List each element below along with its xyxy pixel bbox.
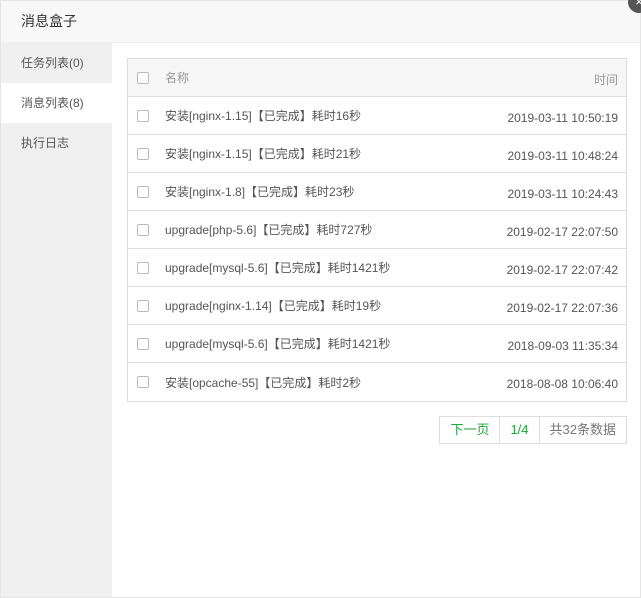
sidebar-item-exec-log[interactable]: 执行日志 xyxy=(1,123,112,163)
message-time: 2019-02-17 22:07:36 xyxy=(506,300,618,315)
message-time: 2018-09-03 11:35:34 xyxy=(507,338,618,353)
sidebar-item-tasks[interactable]: 任务列表(0) xyxy=(1,43,112,83)
row-checkbox[interactable] xyxy=(137,223,149,236)
table-row: 安装[nginx-1.15]【已完成】耗时16秒 2019-03-11 10:5… xyxy=(128,97,626,135)
message-time: 2019-03-11 10:48:24 xyxy=(507,148,618,163)
table-header: 名称 时间 xyxy=(128,59,626,97)
message-name: upgrade[mysql-5.6]【已完成】耗时1421秒 xyxy=(165,261,391,275)
row-checkbox[interactable] xyxy=(137,185,149,198)
table-row: upgrade[php-5.6]【已完成】耗时727秒 2019-02-17 2… xyxy=(128,211,626,249)
message-list: 名称 时间 安装[nginx-1.15]【已完成】耗时16秒 2019-03-1… xyxy=(127,58,627,444)
message-table: 名称 时间 安装[nginx-1.15]【已完成】耗时16秒 2019-03-1… xyxy=(127,58,627,402)
message-name: upgrade[php-5.6]【已完成】耗时727秒 xyxy=(165,223,373,237)
column-header-time: 时间 xyxy=(593,73,618,87)
message-name: 安装[opcache-55]【已完成】耗时2秒 xyxy=(165,375,362,390)
dialog-title: 消息盒子 xyxy=(1,1,640,43)
column-header-name: 名称 xyxy=(165,71,190,85)
row-checkbox[interactable] xyxy=(137,147,149,160)
sidebar: 任务列表(0) 消息列表(8) 执行日志 xyxy=(1,43,112,597)
message-time: 2019-03-11 10:24:43 xyxy=(507,186,618,201)
message-name: 安装[nginx-1.15]【已完成】耗时21秒 xyxy=(165,147,362,161)
row-checkbox[interactable] xyxy=(137,109,149,122)
message-time: 2018-08-08 10:06:40 xyxy=(506,377,618,391)
row-checkbox[interactable] xyxy=(137,299,149,312)
total-count: 共32条数据 xyxy=(538,417,626,443)
message-name: 安装[nginx-1.8]【已完成】耗时23秒 xyxy=(165,185,355,199)
table-row: upgrade[mysql-5.6]【已完成】耗时1421秒 2018-09-0… xyxy=(128,325,626,363)
pagination: 下一页 1/4 共32条数据 xyxy=(439,416,627,444)
sidebar-item-messages[interactable]: 消息列表(8) xyxy=(1,83,112,123)
current-page: 1/4 xyxy=(499,417,538,443)
message-name: upgrade[nginx-1.14]【已完成】耗时19秒 xyxy=(165,299,382,313)
table-row: 安装[opcache-55]【已完成】耗时2秒 2018-08-08 10:06… xyxy=(128,363,626,401)
row-checkbox[interactable] xyxy=(137,376,149,388)
table-row: 安装[nginx-1.15]【已完成】耗时21秒 2019-03-11 10:4… xyxy=(128,135,626,173)
table-row: upgrade[nginx-1.14]【已完成】耗时19秒 2019-02-17… xyxy=(128,287,626,325)
message-box-dialog: 消息盒子 × 任务列表(0) 消息列表(8) 执行日志 名称 时间 安装[ngi… xyxy=(0,0,641,598)
message-time: 2019-02-17 22:07:42 xyxy=(506,262,618,277)
select-all-checkbox[interactable] xyxy=(137,71,149,84)
row-checkbox[interactable] xyxy=(137,337,149,350)
next-page-button[interactable]: 下一页 xyxy=(440,417,499,443)
message-name: upgrade[mysql-5.6]【已完成】耗时1421秒 xyxy=(165,337,391,351)
table-row: 安装[nginx-1.8]【已完成】耗时23秒 2019-03-11 10:24… xyxy=(128,173,626,211)
row-checkbox[interactable] xyxy=(137,261,149,274)
table-row: upgrade[mysql-5.6]【已完成】耗时1421秒 2019-02-1… xyxy=(128,249,626,287)
message-name: 安装[nginx-1.15]【已完成】耗时16秒 xyxy=(165,109,362,123)
message-time: 2019-02-17 22:07:50 xyxy=(506,224,618,239)
message-time: 2019-03-11 10:50:19 xyxy=(507,110,618,125)
